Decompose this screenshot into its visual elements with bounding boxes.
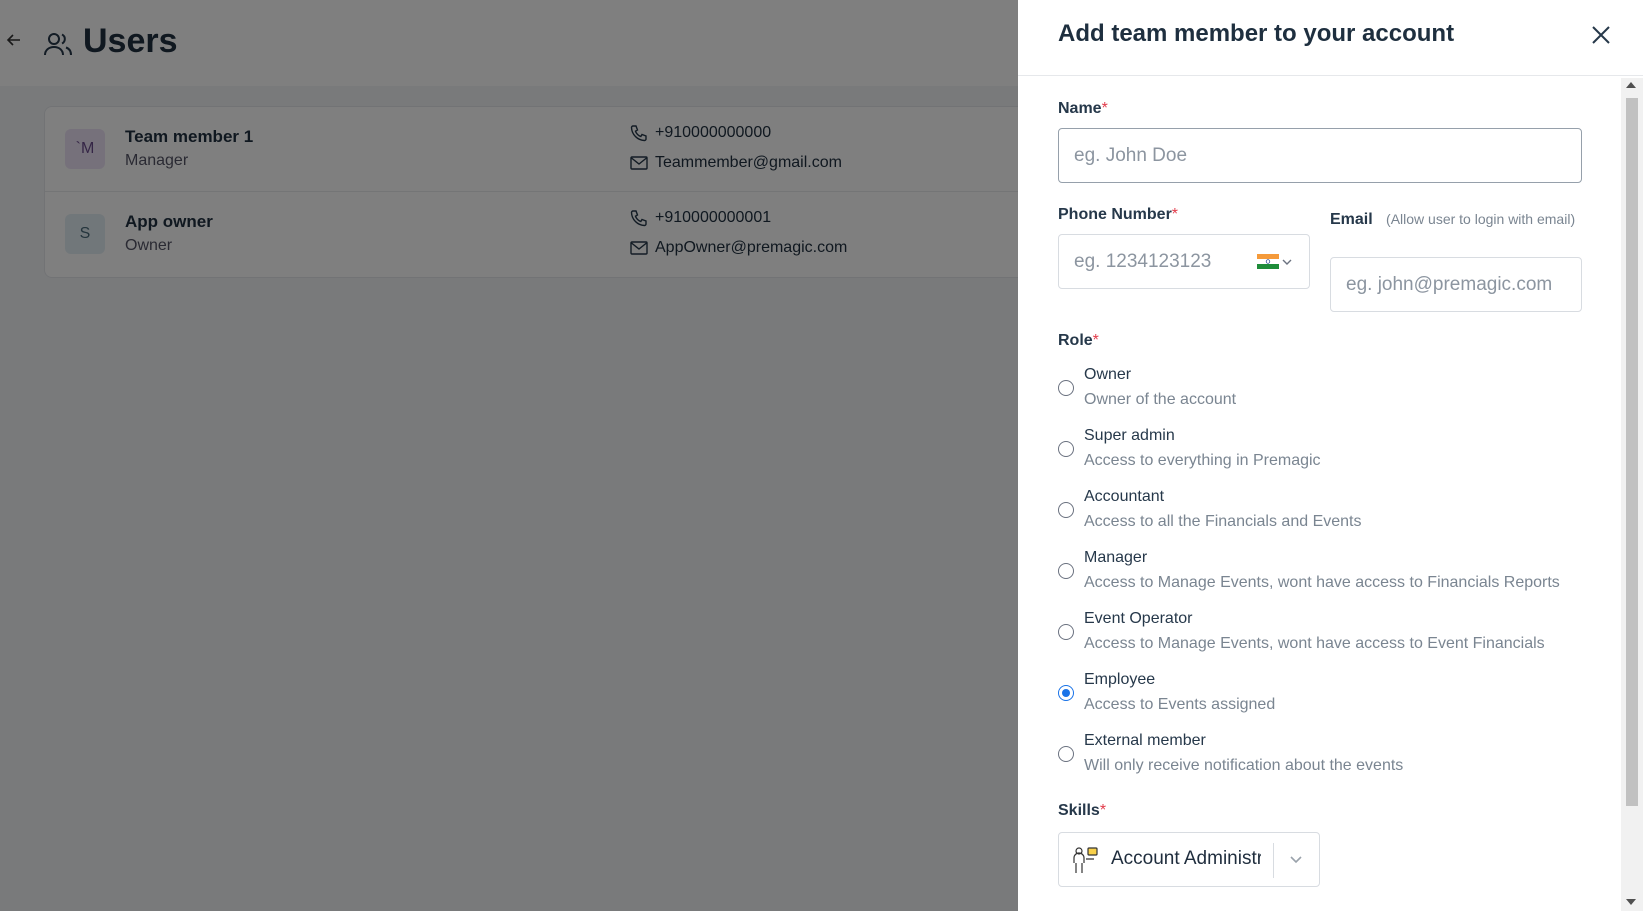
drawer-header: Add team member to your account [1018,0,1643,76]
chevron-down-icon[interactable] [1288,854,1304,866]
scroll-thumb[interactable] [1626,98,1638,806]
role-label-text: Role [1058,332,1093,349]
role-option-manager[interactable]: Manager Access to Manage Events, wont ha… [1058,549,1598,601]
skills-value: Account Administrator [1111,848,1261,869]
scroll-down-arrow-icon[interactable] [1626,899,1636,905]
role-label: Role* [1058,332,1099,350]
skills-label-text: Skills [1058,802,1100,819]
name-input[interactable] [1058,128,1582,183]
role-title: Owner [1084,366,1132,383]
team-skill-icon [1073,847,1098,873]
phone-label: Phone Number* [1058,206,1178,224]
role-desc: Access to all the Financials and Events [1084,513,1362,530]
role-title: Employee [1084,671,1156,688]
role-radio[interactable] [1058,441,1074,457]
required-mark: * [1099,802,1107,819]
role-option-owner[interactable]: Owner Owner of the account [1058,366,1598,418]
role-desc: Access to Manage Events, wont have acces… [1084,574,1560,591]
role-title: Event Operator [1084,610,1193,627]
name-label: Name* [1058,100,1108,118]
role-option-employee[interactable]: Employee Access to Events assigned [1058,671,1598,723]
role-radio[interactable] [1058,685,1074,701]
phone-label-text: Phone Number [1058,206,1172,223]
skills-select[interactable]: Account Administrator [1058,832,1320,887]
skills-label: Skills* [1058,802,1106,820]
email-input[interactable] [1330,257,1582,312]
role-option-accountant[interactable]: Accountant Access to all the Financials … [1058,488,1598,540]
role-desc: Will only receive notification about the… [1084,757,1404,774]
role-radio[interactable] [1058,380,1074,396]
role-desc: Access to everything in Premagic [1084,452,1321,469]
role-title: External member [1084,732,1206,749]
required-mark: * [1101,100,1108,117]
role-option-super-admin[interactable]: Super admin Access to everything in Prem… [1058,427,1598,479]
scroll-up-arrow-icon[interactable] [1626,82,1636,88]
email-label: Email (Allow user to login with email) [1330,206,1590,233]
drawer-title: Add team member to your account [1058,20,1455,47]
email-hint: (Allow user to login with email) [1386,211,1576,227]
role-option-event-operator[interactable]: Event Operator Access to Manage Events, … [1058,610,1598,662]
role-desc: Access to Manage Events, wont have acces… [1084,635,1545,652]
add-team-member-drawer: Add team member to your account Name* Ph… [1018,0,1643,911]
role-desc: Access to Events assigned [1084,696,1276,713]
role-radio[interactable] [1058,563,1074,579]
close-icon[interactable] [1586,20,1616,50]
role-radio[interactable] [1058,746,1074,762]
required-mark: * [1092,332,1099,349]
role-title: Accountant [1084,488,1165,505]
chevron-down-icon[interactable] [1281,257,1293,267]
role-radio[interactable] [1058,502,1074,518]
india-flag-icon[interactable] [1257,254,1279,269]
scrollbar[interactable] [1621,78,1643,911]
select-separator [1273,843,1274,878]
role-radio[interactable] [1058,624,1074,640]
name-label-text: Name [1058,100,1102,117]
role-option-external-member[interactable]: External member Will only receive notifi… [1058,732,1598,784]
required-mark: * [1171,206,1179,223]
email-label-text: Email [1330,211,1373,228]
role-desc: Owner of the account [1084,391,1237,408]
role-title: Manager [1084,549,1148,566]
role-title: Super admin [1084,427,1175,444]
